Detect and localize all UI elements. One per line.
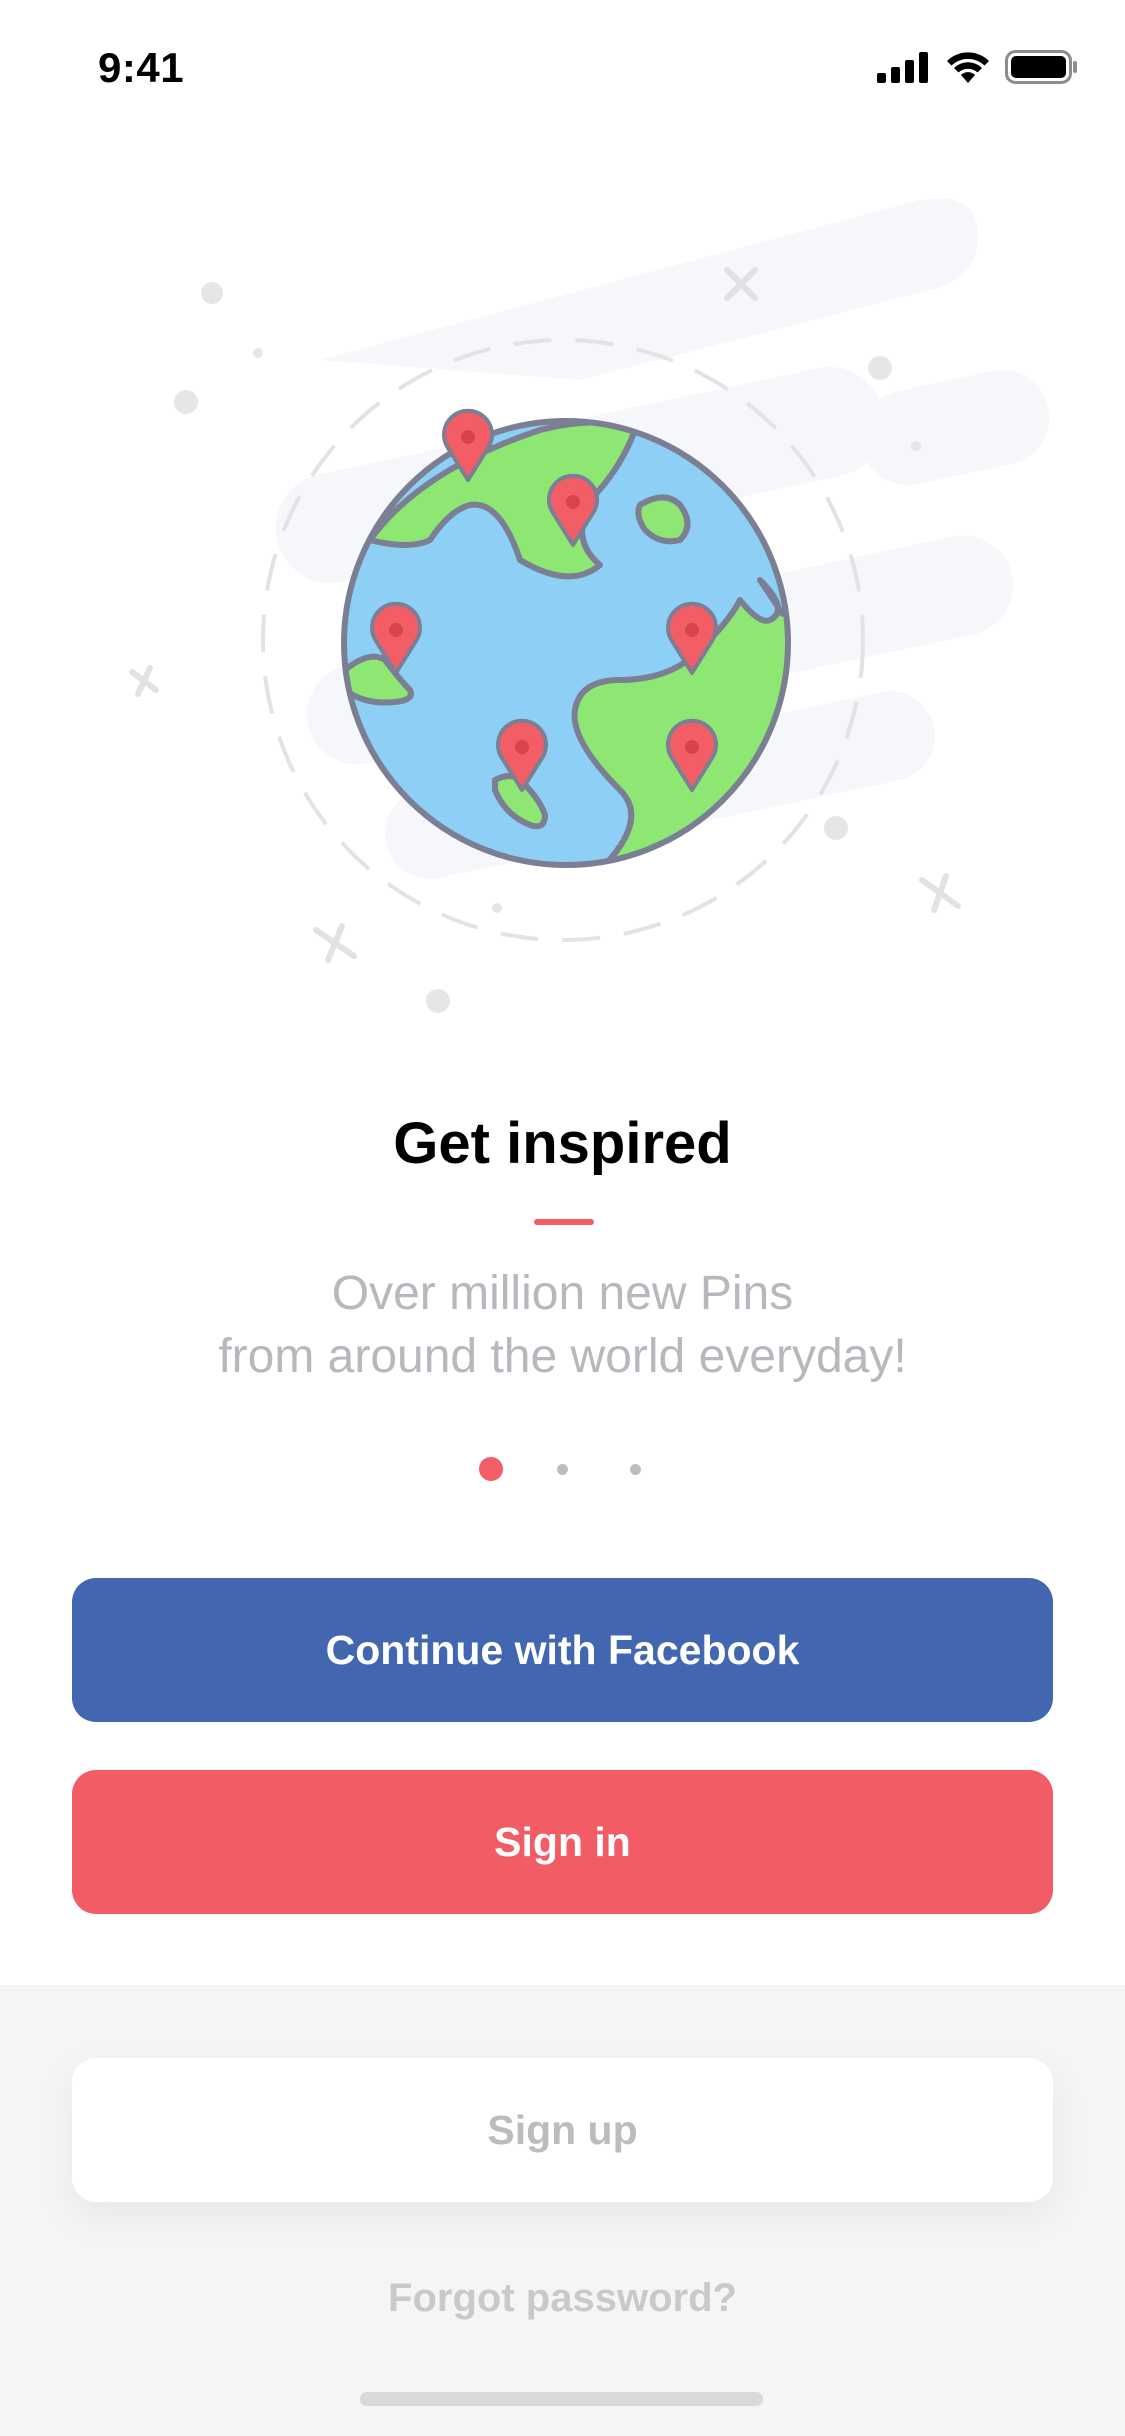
- continue-with-facebook-button[interactable]: Continue with Facebook: [72, 1578, 1053, 1722]
- sign-up-button[interactable]: Sign up: [72, 2058, 1053, 2202]
- title-divider: [534, 1219, 594, 1225]
- bottom-panel: [0, 1985, 1125, 2436]
- sign-in-button[interactable]: Sign in: [72, 1770, 1053, 1914]
- subtitle-line-1: Over million new Pins: [331, 1267, 794, 1320]
- onboarding-subtitle: Over million new Pins from around the wo…: [0, 1262, 1125, 1388]
- status-time: 9:41: [98, 44, 185, 91]
- battery-icon: [1005, 50, 1077, 84]
- onboarding-title: Get inspired: [393, 1111, 732, 1176]
- forgot-password-link[interactable]: Forgot password?: [0, 2276, 1125, 2321]
- onboarding-illustration: [0, 170, 1125, 1050]
- page-indicator-dot-active[interactable]: [479, 1457, 503, 1481]
- page-indicator-dot[interactable]: [630, 1464, 641, 1475]
- subtitle-line-2: from around the world everyday!: [218, 1330, 907, 1383]
- cellular-signal-icon: [877, 52, 928, 83]
- wifi-icon: [947, 52, 989, 83]
- page-indicator-dot[interactable]: [557, 1464, 568, 1475]
- status-icons: [877, 50, 1079, 84]
- home-indicator[interactable]: [360, 2392, 763, 2406]
- globe-with-map-pins-icon: [129, 198, 1050, 1013]
- status-bar: 9:41: [0, 0, 1125, 140]
